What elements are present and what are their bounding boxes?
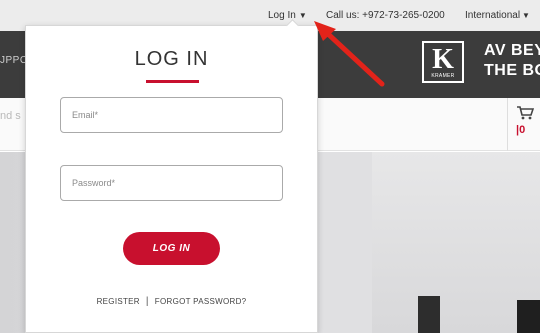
- login-dropdown-panel: LOG IN LOG IN REGISTER | FORGOT PASSWORD?: [25, 19, 318, 333]
- hero-object: [418, 296, 440, 333]
- region-selector-label: International: [465, 10, 521, 21]
- password-field[interactable]: [60, 165, 283, 201]
- chevron-down-icon: ▼: [298, 11, 307, 20]
- cart-count: |0: [516, 124, 526, 136]
- region-selector[interactable]: International ▼: [465, 10, 530, 21]
- kramer-logo[interactable]: K KRAMER: [422, 41, 464, 83]
- logo-wordmark: KRAMER: [431, 73, 455, 79]
- email-field[interactable]: [60, 97, 283, 133]
- hero-wall: [372, 152, 540, 333]
- search-input-partial[interactable]: nd s: [0, 110, 21, 122]
- shopping-cart-icon[interactable]: [516, 106, 534, 120]
- chevron-down-icon: ▼: [522, 11, 530, 20]
- register-link[interactable]: REGISTER: [97, 297, 140, 306]
- tagline-line-1: AV BEY: [484, 42, 540, 59]
- tagline-line-2: THE BO: [484, 62, 540, 79]
- logo-k-mark: K: [432, 44, 454, 75]
- hero-object: [517, 300, 540, 333]
- link-separator: |: [145, 296, 149, 307]
- nav-item-support-partial[interactable]: JPPC: [0, 55, 28, 66]
- login-panel-title: LOG IN: [134, 48, 209, 70]
- login-submit-button[interactable]: LOG IN: [123, 232, 220, 265]
- account-links: REGISTER | FORGOT PASSWORD?: [26, 296, 317, 307]
- title-underline: [146, 80, 199, 83]
- call-us-phone[interactable]: Call us: +972-73-265-0200: [326, 10, 445, 21]
- subbar-divider: [507, 98, 508, 151]
- forgot-password-link[interactable]: FORGOT PASSWORD?: [155, 297, 247, 306]
- login-menu-toggle[interactable]: Log In ▼: [268, 10, 307, 21]
